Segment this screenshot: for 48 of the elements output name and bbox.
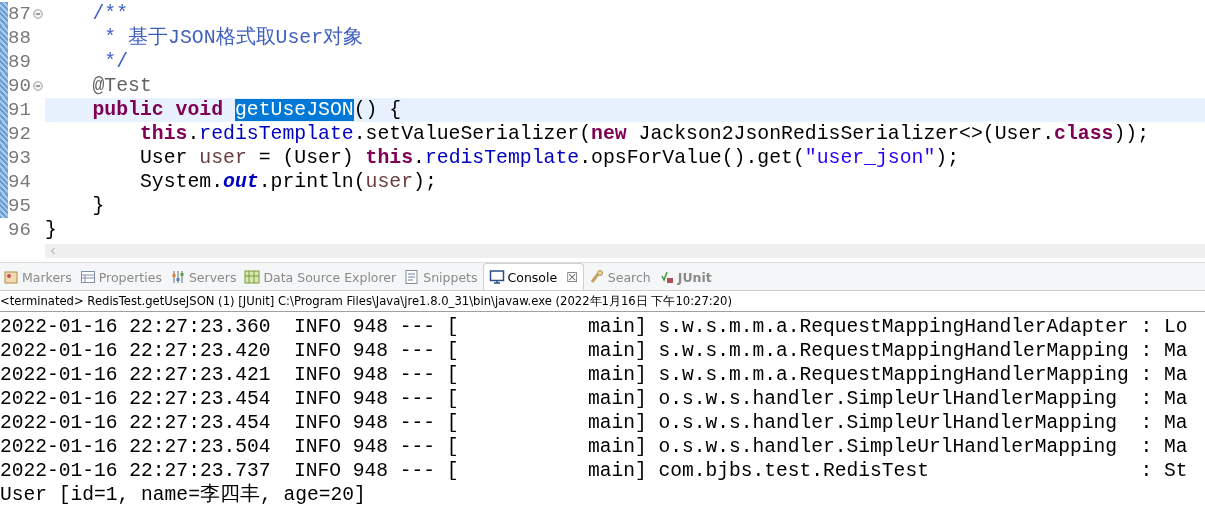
view-tab[interactable]: Data Source Explorer [241, 264, 400, 290]
view-tab[interactable]: Properties [76, 264, 165, 290]
table-icon [79, 269, 96, 285]
test-icon [658, 269, 675, 285]
line-number: 90 [8, 74, 32, 98]
console-line: 2022-01-16 22:27:23.421 INFO 948 --- [ main] s.w.s.m.m.a.RequestMappingHandlerMapping : Ma [0, 363, 1189, 387]
close-icon[interactable]: ☒ [566, 269, 578, 285]
collapse-icon[interactable] [32, 81, 44, 91]
line-number: 92 [8, 122, 32, 146]
console-line: 2022-01-16 22:27:23.454 INFO 948 --- [ main] o.s.w.s.handler.SimpleUrlHandlerMapping : Ma [0, 411, 1189, 435]
flashlight-icon [588, 269, 605, 285]
console-line: 2022-01-16 22:27:23.420 INFO 948 --- [ main] s.w.s.m.m.a.RequestMappingHandlerMapping : Ma [0, 339, 1189, 363]
line-number: 88 [8, 26, 32, 50]
line-number: 96 [8, 218, 32, 242]
console-line: 2022-01-16 22:27:23.504 INFO 948 --- [ main] o.s.w.s.handler.SimpleUrlHandlerMapping : Ma [0, 435, 1189, 459]
line-number: 93 [8, 146, 32, 170]
view-tab[interactable]: JUnit [655, 264, 715, 290]
view-tab[interactable]: Console ☒ [482, 263, 584, 290]
view-tab[interactable]: Markers [0, 264, 75, 290]
code-line: */ [103, 50, 130, 74]
code-line: User user = (User) this.redisTemplate.opsForValue().get("user_json"); [138, 146, 961, 170]
code-line: } [91, 194, 106, 218]
list-icon [3, 269, 19, 285]
monitor-icon [488, 269, 505, 285]
console-line: 2022-01-16 22:27:23.360 INFO 948 --- [ main] s.w.s.m.m.a.RequestMappingHandlerAdapter : Lo [0, 315, 1189, 339]
code-line: System.out.println(user); [138, 170, 438, 194]
line-number: 87 [8, 2, 32, 26]
code-line: /** [91, 2, 129, 26]
view-tab[interactable]: Search [585, 264, 654, 290]
console-line: 2022-01-16 22:27:23.737 INFO 948 --- [ main] com.bjbs.test.RedisTest : St [0, 459, 1189, 483]
console-line: User [id=1, name=李四丰, age=20] [0, 483, 367, 505]
view-tab[interactable]: Servers [166, 264, 240, 290]
line-number: 95 [8, 194, 32, 218]
line-number: 89 [8, 50, 32, 74]
console-line: 2022-01-16 22:27:23.454 INFO 948 --- [ main] o.s.w.s.handler.SimpleUrlHandlerMapping : Ma [0, 387, 1189, 411]
code-line: } [45, 218, 58, 242]
code-line: this.redisTemplate.setValueSerializer(new Jackson2JsonRedisSerializer<>(User.class)); [138, 122, 1151, 146]
line-number: 91 [8, 98, 32, 122]
grid-icon [244, 269, 261, 285]
scroll-left-icon[interactable] [49, 247, 57, 255]
console-header: <terminated> RedisTest.getUseJSON (1) [JUnit] C:\Program Files\Java\jre1.8.0_31\bin\javaw.exe (2022年1月16日 下午10:27:20) [0, 291, 1205, 312]
view-tab[interactable]: Snippets [401, 264, 481, 290]
document-icon [404, 269, 421, 285]
line-number: 94 [8, 170, 32, 194]
horizontal-scrollbar[interactable] [45, 244, 1205, 258]
code-line: * 基于JSON格式取User对象 [103, 26, 365, 50]
collapse-icon[interactable] [32, 9, 44, 19]
code-line: @Test [91, 74, 153, 98]
